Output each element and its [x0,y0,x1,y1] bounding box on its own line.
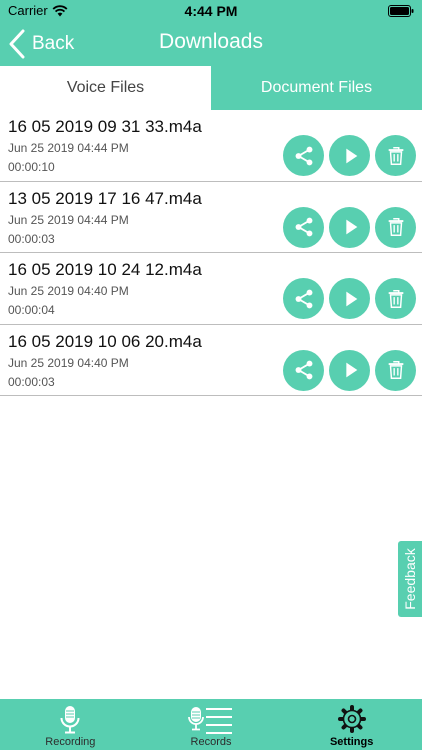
tab-records[interactable]: Records [141,699,282,750]
file-name: 16 05 2019 10 24 12.m4a [8,260,202,279]
row-actions [283,278,416,319]
status-bar: Carrier 4:44 PM [0,0,422,22]
file-date: Jun 25 2019 04:40 PM [8,284,129,298]
file-list: 16 05 2019 09 31 33.m4a Jun 25 2019 04:4… [0,110,422,396]
delete-button[interactable] [375,349,416,391]
play-icon [345,291,357,306]
tab-recording[interactable]: Recording [0,699,141,750]
bottom-tab-bar: Recording Records Settings [0,699,422,750]
tab-document-files[interactable]: Document Files [211,66,422,110]
share-button[interactable] [283,278,324,319]
file-row[interactable]: 13 05 2019 17 16 47.m4a Jun 25 2019 04:4… [0,182,422,253]
trash-icon [388,218,403,236]
file-name: 16 05 2019 09 31 33.m4a [8,117,202,136]
share-icon [295,217,312,237]
row-actions [283,206,416,248]
play-icon [345,148,357,163]
file-duration: 00:00:10 [8,160,55,174]
tab-settings-label: Settings [329,736,374,748]
tab-bar: Voice Files Document Files [0,66,422,110]
play-button[interactable] [329,349,370,391]
play-icon [345,362,357,378]
tab-settings[interactable]: Settings [281,699,422,750]
delete-button[interactable] [375,135,416,176]
chevron-left-icon [9,29,25,59]
file-row[interactable]: 16 05 2019 10 06 20.m4a Jun 25 2019 04:4… [0,325,422,396]
share-button[interactable] [283,349,324,391]
play-button[interactable] [329,206,370,248]
tab-recording-label: Recording [45,736,96,748]
gear-icon [337,705,366,733]
row-actions [283,135,416,176]
share-icon [295,360,312,380]
play-button[interactable] [329,135,370,176]
row-actions [283,349,416,391]
share-icon [295,289,312,308]
share-button[interactable] [283,135,324,176]
tab-voice-files[interactable]: Voice Files [0,66,211,110]
file-name: 13 05 2019 17 16 47.m4a [8,188,202,208]
file-date: Jun 25 2019 04:44 PM [8,141,129,155]
delete-button[interactable] [375,206,416,248]
trash-icon [388,146,403,165]
file-date: Jun 25 2019 04:40 PM [8,355,129,370]
file-duration: 00:00:04 [8,303,55,317]
tab-records-label: Records [190,736,232,748]
back-button[interactable]: Back [8,28,74,60]
share-icon [295,146,312,165]
file-row[interactable]: 16 05 2019 09 31 33.m4a Jun 25 2019 04:4… [0,110,422,182]
file-duration: 00:00:03 [8,374,55,389]
header: Carrier 4:44 PM Back Downloads [0,0,422,66]
feedback-label: Feedback [402,548,418,610]
back-label: Back [32,33,75,54]
trash-icon [388,361,403,379]
battery-icon [388,5,414,17]
clock: 4:44 PM [184,3,238,19]
records-list-icon [188,707,232,734]
file-duration: 00:00:03 [8,231,55,246]
play-icon [345,219,357,235]
play-button[interactable] [329,278,370,319]
file-date: Jun 25 2019 04:44 PM [8,212,129,227]
delete-button[interactable] [375,278,416,319]
file-name: 16 05 2019 10 06 20.m4a [8,331,202,351]
feedback-button[interactable]: Feedback [398,541,422,617]
microphone-icon [60,706,80,734]
file-row[interactable]: 16 05 2019 10 24 12.m4a Jun 25 2019 04:4… [0,253,422,325]
trash-icon [388,289,403,308]
share-button[interactable] [283,206,324,248]
